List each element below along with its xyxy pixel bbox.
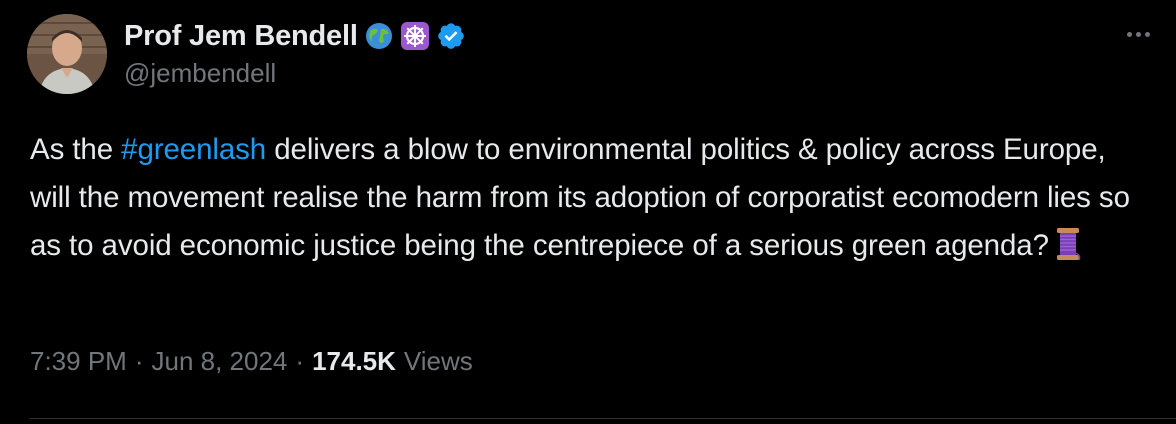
verified-badge-icon[interactable]	[436, 21, 466, 51]
more-options-icon[interactable]	[1120, 22, 1156, 46]
views-count: 174.5K	[312, 346, 396, 376]
tweet-text-part: As the	[30, 133, 122, 166]
tweet-text: As the #greenlash delivers a blow to env…	[30, 126, 1140, 270]
tweet-date[interactable]: Jun 8, 2024	[152, 346, 288, 377]
meta-separator: ·	[134, 346, 144, 376]
tweet-meta: 7:39 PM · Jun 8, 2024 · 174.5K Views	[30, 346, 473, 377]
globe-emoji-icon	[364, 21, 394, 51]
author-handle[interactable]: @jembendell	[124, 58, 276, 89]
tweet-time[interactable]: 7:39 PM	[30, 346, 127, 377]
tweet-card: Prof Jem Bendell @jembendell As the #gre…	[0, 0, 1176, 424]
author-name-row: Prof Jem Bendell	[124, 18, 466, 54]
hashtag-link[interactable]: #greenlash	[121, 133, 266, 166]
divider	[30, 418, 1176, 419]
thread-spool-emoji-icon	[1055, 227, 1081, 261]
meta-separator: ·	[295, 346, 305, 376]
views-label: Views	[403, 346, 473, 376]
author-display-name[interactable]: Prof Jem Bendell	[124, 20, 358, 53]
wheel-of-dharma-emoji-icon	[400, 21, 430, 51]
avatar[interactable]	[27, 14, 107, 94]
